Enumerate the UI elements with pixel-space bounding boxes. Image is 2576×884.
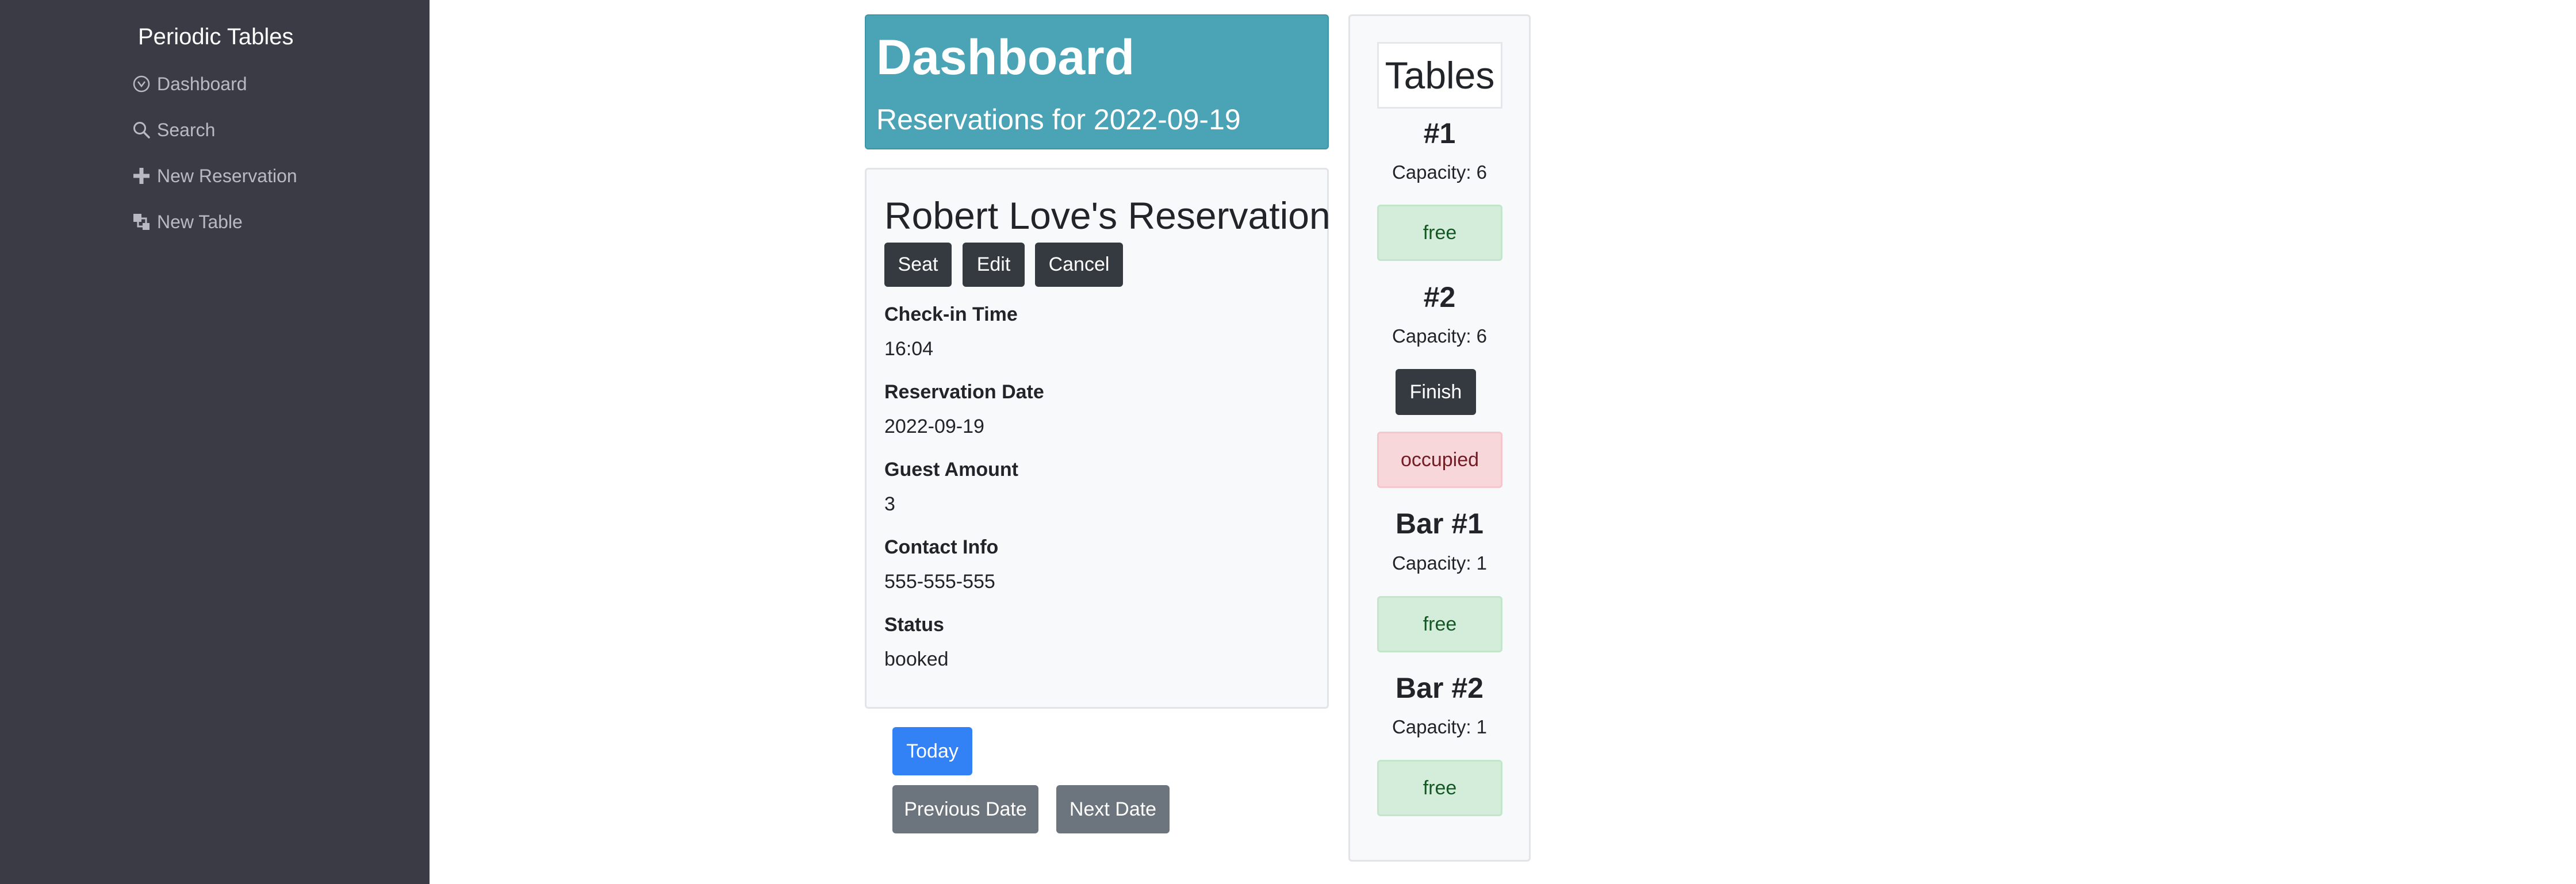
- field-label: Contact Info: [884, 536, 999, 558]
- dashboard-header: Dashboard Reservations for 2022-09-19: [865, 14, 1329, 149]
- search-icon: [132, 120, 151, 140]
- seat-button[interactable]: Seat: [884, 243, 952, 287]
- sidebar-item-label: Dashboard: [157, 73, 247, 94]
- table-capacity: Capacity: 6: [1392, 325, 1488, 347]
- status-badge: free: [1377, 205, 1502, 261]
- sidebar-item-new-table[interactable]: New Table: [132, 206, 243, 238]
- sidebar-item-new-reservation[interactable]: New Reservation: [132, 160, 297, 192]
- next-date-button[interactable]: Next Date: [1056, 785, 1170, 833]
- sidebar-item-label: Search: [157, 119, 216, 140]
- cancel-button[interactable]: Cancel: [1035, 243, 1123, 287]
- page-title: Dashboard: [876, 30, 1135, 85]
- status-badge: free: [1377, 760, 1502, 816]
- field-label: Check-in Time: [884, 303, 1018, 325]
- status-badge: free: [1377, 596, 1502, 652]
- field-label: Status: [884, 614, 944, 636]
- sidebar-item-label: New Table: [157, 211, 243, 232]
- brand-title[interactable]: Periodic Tables: [138, 21, 294, 53]
- field-value: 16:04: [884, 338, 934, 360]
- status-badge: occupied: [1377, 432, 1502, 488]
- field-value: 2022-09-19: [884, 416, 984, 437]
- plus-icon: [132, 166, 151, 186]
- page-subtitle: Reservations for 2022-09-19: [876, 103, 1241, 136]
- field-label: Guest Amount: [884, 459, 1018, 481]
- edit-button[interactable]: Edit: [963, 243, 1025, 287]
- reservation-title: Robert Love's Reservation: [884, 194, 1331, 237]
- table-name: Bar #2: [1396, 672, 1483, 704]
- tables-heading: Tables: [1377, 42, 1502, 109]
- previous-date-button[interactable]: Previous Date: [892, 785, 1038, 833]
- table-name: #2: [1423, 281, 1456, 313]
- finish-button[interactable]: Finish: [1396, 369, 1476, 415]
- table-name: #1: [1423, 117, 1456, 149]
- field-value: 3: [884, 493, 895, 515]
- table-name: Bar #1: [1396, 508, 1483, 540]
- sidebar-item-search[interactable]: Search: [132, 114, 215, 146]
- today-button[interactable]: Today: [892, 727, 972, 775]
- sidebar-item-dashboard[interactable]: Dashboard: [132, 68, 247, 100]
- field-label: Reservation Date: [884, 381, 1044, 403]
- table-capacity: Capacity: 6: [1392, 162, 1488, 183]
- table-capacity: Capacity: 1: [1392, 716, 1488, 737]
- reservation-card: Robert Love's Reservation Seat Edit Canc…: [865, 168, 1331, 709]
- sidebar: Periodic Tables Dashboard Search New Res…: [0, 0, 430, 884]
- sidebar-item-label: New Reservation: [157, 165, 297, 186]
- status-value: booked: [884, 648, 949, 670]
- table-capacity: Capacity: 1: [1392, 552, 1488, 574]
- dashboard-icon: [132, 74, 151, 94]
- layers-icon: [132, 212, 151, 232]
- field-value: 555-555-555: [884, 571, 995, 593]
